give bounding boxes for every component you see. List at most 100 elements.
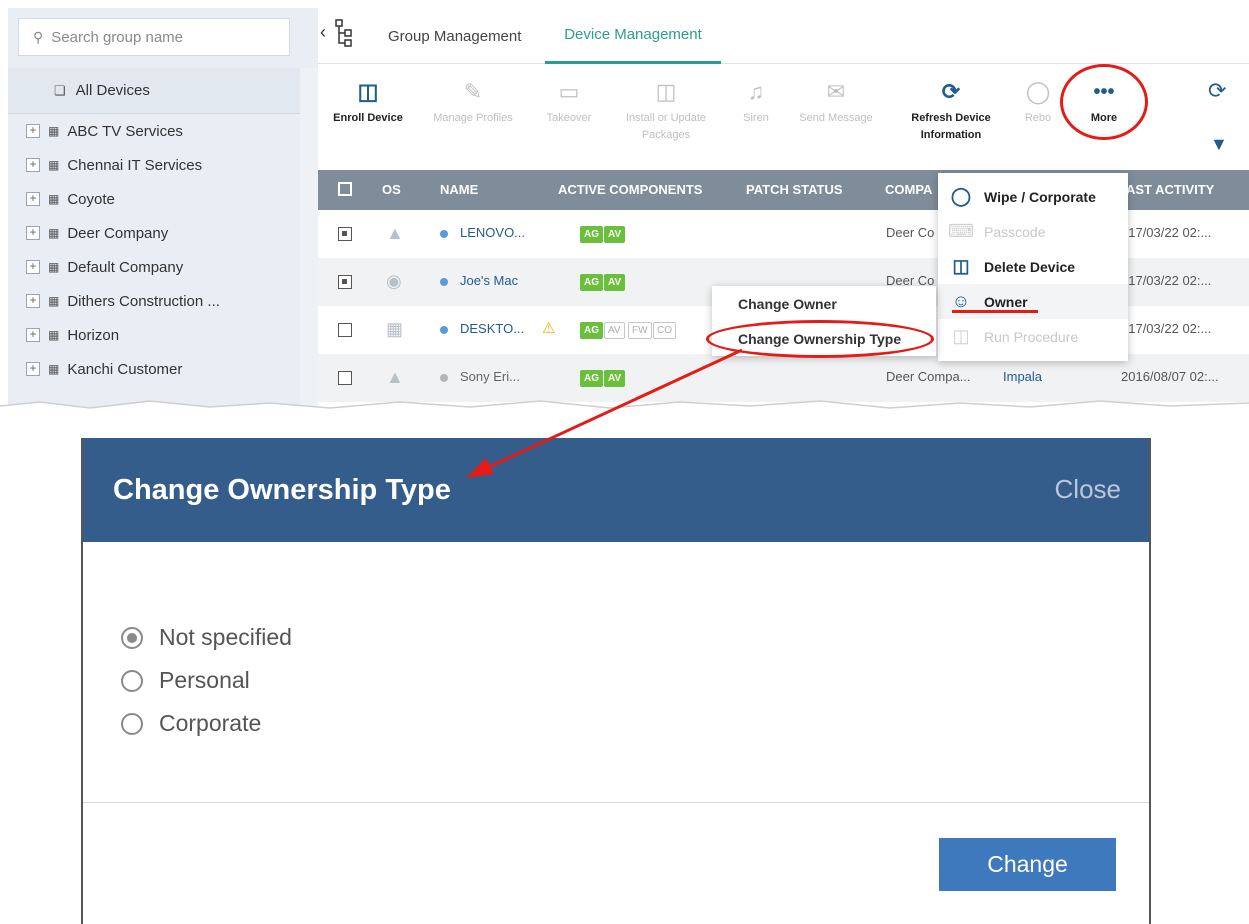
radio-corporate[interactable] [121,712,143,735]
enroll-device-button[interactable]: ◫ Enroll Device [318,74,418,127]
expand-icon[interactable]: + [26,226,40,240]
col-name[interactable]: NAME [440,182,478,197]
search-icon: ⚲ [33,28,44,45]
reload-icon[interactable]: ⟳ [1208,78,1226,104]
install-label-2: Packages [641,129,691,141]
menu-item-label: Owner [984,293,1028,310]
annotation-ellipse [706,320,934,358]
badge-ag: AG [580,322,603,339]
owner-icon: ☺ [951,291,971,311]
expand-icon[interactable]: + [26,260,40,274]
menu-item-owner[interactable]: ☺ Owner [938,284,1128,319]
all-devices-item[interactable]: ❏ All Devices [8,68,300,114]
manage-profiles-button[interactable]: ✎ Manage Profiles [423,74,523,127]
col-patch-status[interactable]: PATCH STATUS [746,182,843,197]
group-label: Coyote [67,190,115,208]
expand-icon[interactable]: + [26,158,40,172]
owner-cell[interactable]: Impala [1003,369,1042,384]
row-checkbox[interactable] [338,227,352,241]
option-not-specified[interactable]: Not specified [121,616,292,659]
row-checkbox[interactable] [338,275,352,289]
device-name-link[interactable]: Sony Eri... [460,369,520,384]
expand-icon[interactable]: + [26,328,40,342]
install-label-1: Install or Update [625,112,707,124]
package-icon: ◫ [655,79,677,104]
annotation-circle [1060,64,1148,140]
menu-item-passcode[interactable]: ⌨ Passcode [938,214,1128,249]
close-button[interactable]: Close [1055,474,1121,505]
group-icon: ▦ [48,260,60,274]
device-management-screenshot: ⚲ ❏ All Devices + ▦ ABC TV Services + ▦ Chen… [0,0,1249,412]
menu-item-run-procedure[interactable]: ◫ Run Procedure [938,319,1128,354]
badge-av: AV [604,370,626,387]
col-os[interactable]: OS [382,182,401,197]
option-label: Personal [159,667,250,693]
badge-av: AV [604,226,626,243]
change-button[interactable]: Change [939,838,1116,891]
expand-icon[interactable]: + [26,192,40,206]
radio-not-specified[interactable] [121,626,143,649]
option-personal[interactable]: Personal [121,659,292,702]
group-item[interactable]: + ▦ Default Company [8,250,300,284]
change-ownership-dialog: Change Ownership Type Close Not specifie… [81,438,1151,924]
group-item[interactable]: + ▦ Coyote [8,182,300,216]
device-toolbar: ◫ Enroll Device ✎ Manage Profiles ▭ Take… [318,64,1249,170]
menu-item-label: Run Procedure [984,328,1079,345]
group-item[interactable]: + ▦ Dithers Construction ... [8,284,300,318]
option-corporate[interactable]: Corporate [121,702,292,745]
menu-item-delete[interactable]: ◫ Delete Device [938,249,1128,284]
group-icon: ▦ [48,226,60,240]
takeover-button[interactable]: ▭ Takeover [519,74,619,127]
group-item[interactable]: + ▦ Kanchi Customer [8,352,300,386]
group-label: Chennai IT Services [67,156,203,174]
device-name-link[interactable]: DESKTO... [460,321,524,336]
group-item[interactable]: + ▦ Chennai IT Services [8,148,300,182]
badge-fw: FW [628,322,652,339]
group-item[interactable]: + ▦ Deer Company [8,216,300,250]
col-active-components[interactable]: ACTIVE COMPONENTS [558,182,702,197]
tab-device-management[interactable]: Device Management [545,8,721,64]
status-dot [440,230,448,238]
last-activity-cell: 017/03/22 02:... [1121,321,1212,336]
send-message-button[interactable]: ✉ Send Message [786,74,886,127]
group-list: + ▦ ABC TV Services + ▦ Chennai IT Services … [8,114,300,386]
sidebar-scrollbar[interactable] [300,68,318,408]
device-name-link[interactable]: LENOVO... [460,225,525,240]
table-row[interactable]: ▲ Sony Eri... AG AV Deer Compa... Impala… [318,354,1249,402]
dialog-header: Change Ownership Type Close [83,438,1149,542]
refresh-device-info-button[interactable]: ⟳ Refresh Device Information [901,74,1001,144]
windows-icon: ▦ [386,319,404,339]
search-group-input[interactable] [51,28,272,46]
device-name-link[interactable]: Joe's Mac [460,273,518,288]
search-group-box[interactable]: ⚲ [18,18,290,56]
select-all-checkbox[interactable] [338,182,352,196]
install-packages-button[interactable]: ◫ Install or Update Packages [616,74,716,144]
expand-icon[interactable]: + [26,362,40,376]
delete-device-icon: ◫ [952,256,970,276]
status-dot [440,278,448,286]
collapse-chevron-icon[interactable]: ‹ [320,22,326,43]
col-company[interactable]: COMPA [885,182,932,197]
expand-icon[interactable]: + [26,124,40,138]
badge-ag: AG [580,274,603,291]
menu-item-wipe[interactable]: ◯ Wipe / Corporate [938,179,1128,214]
refresh-label-1: Refresh Device [911,112,991,124]
group-item[interactable]: + ▦ Horizon [8,318,300,352]
laptop-icon: ▭ [558,79,580,104]
group-item[interactable]: + ▦ ABC TV Services [8,114,300,148]
last-activity-cell: 2016/08/07 02:... [1121,369,1219,384]
refresh-label-2: Information [920,129,982,141]
row-checkbox[interactable] [338,371,352,385]
devices-icon: ❏ [54,82,66,98]
filter-icon[interactable]: ▼ [1210,134,1228,155]
group-icon: ▦ [48,158,60,172]
dialog-title: Change Ownership Type [113,474,451,506]
expand-icon[interactable]: + [26,294,40,308]
menu-item-change-owner[interactable]: Change Owner [712,286,936,321]
row-checkbox[interactable] [338,323,352,337]
group-tree-icon[interactable] [334,18,354,48]
tab-group-management[interactable]: Group Management [388,8,521,64]
col-last-activity[interactable]: AST ACTIVITY [1126,182,1214,197]
group-label: ABC TV Services [67,122,183,140]
radio-personal[interactable] [121,669,143,692]
